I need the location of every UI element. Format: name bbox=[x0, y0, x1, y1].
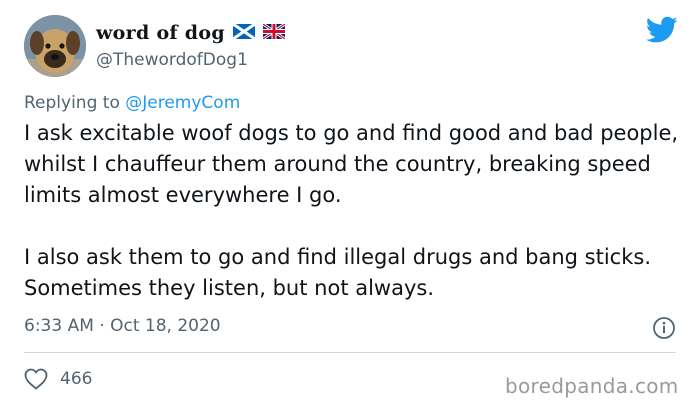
divider bbox=[24, 352, 676, 353]
info-icon[interactable] bbox=[652, 316, 676, 344]
reply-context: Replying to @JeremyCom bbox=[24, 93, 240, 113]
display-name-row[interactable]: word of dog bbox=[96, 22, 286, 44]
tweet-paragraph: I also ask them to go and find illegal d… bbox=[24, 245, 651, 300]
user-handle[interactable]: @ThewordofDog1 bbox=[96, 50, 248, 70]
tweet-timestamp[interactable]: 6:33 AM · Oct 18, 2020 bbox=[24, 316, 221, 336]
tweet-text: I ask excitable woof dogs to go and find… bbox=[24, 118, 684, 304]
like-count: 466 bbox=[60, 369, 93, 389]
scotland-flag-icon bbox=[232, 22, 256, 44]
twitter-bird-icon[interactable] bbox=[646, 16, 678, 48]
tweet-paragraph: I ask excitable woof dogs to go and find… bbox=[24, 121, 679, 207]
heart-icon[interactable] bbox=[24, 368, 48, 394]
reply-prefix: Replying to bbox=[24, 93, 120, 113]
display-name: word of dog bbox=[96, 22, 225, 44]
avatar[interactable] bbox=[24, 15, 86, 77]
reply-mention-link[interactable]: @JeremyCom bbox=[125, 93, 240, 113]
watermark: boredpanda.com bbox=[505, 374, 679, 398]
uk-flag-icon bbox=[262, 22, 286, 44]
